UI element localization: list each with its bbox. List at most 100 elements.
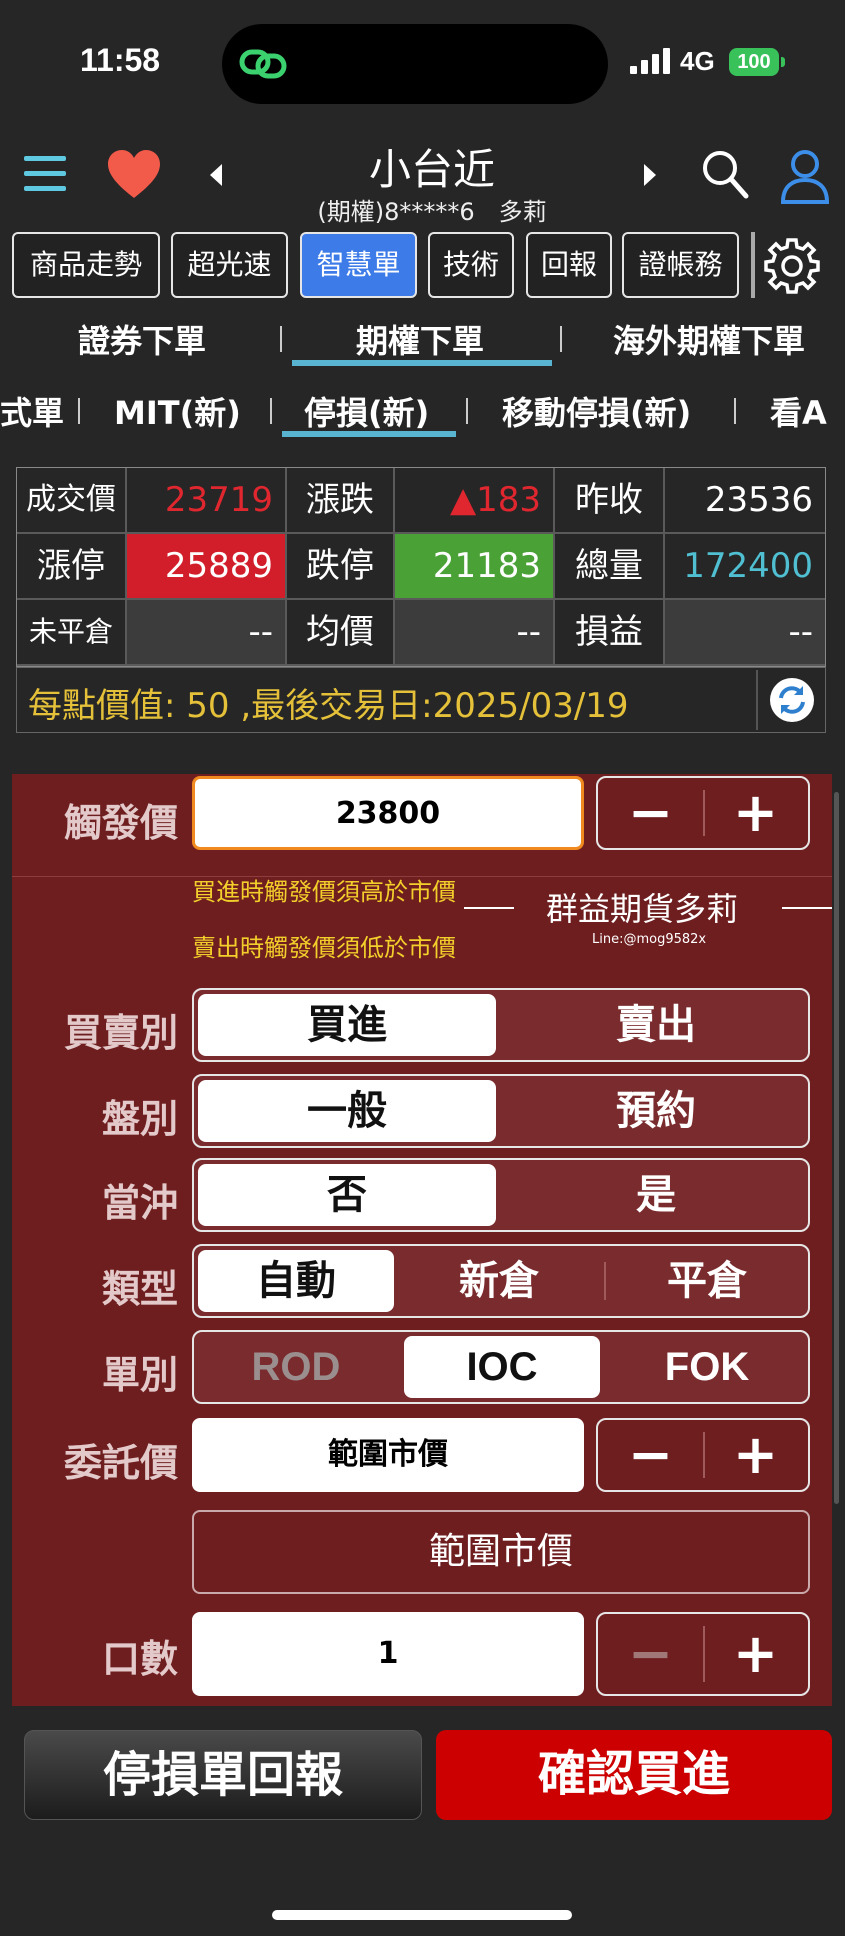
trigger-minus-button[interactable]: − (598, 778, 703, 848)
side-label: 買賣別 (63, 1011, 178, 1055)
tab-divider (270, 398, 272, 424)
daytrade-no-option[interactable]: 否 (198, 1164, 496, 1226)
gear-icon[interactable] (762, 236, 822, 296)
side-sell-option[interactable]: 賣出 (506, 994, 806, 1056)
order-ioc-option[interactable]: IOC (404, 1336, 600, 1398)
tab-trailing-stop[interactable]: 移動停損(新) (502, 388, 691, 434)
price-minus-button[interactable]: − (598, 1420, 703, 1490)
smart-order-button[interactable]: 智慧單 (300, 232, 417, 298)
tab-mit[interactable]: MIT(新) (114, 388, 241, 434)
buy-trigger-hint: 買進時觸發價須高於市價 (192, 878, 456, 906)
prev-icon[interactable] (206, 160, 226, 190)
quantity-input[interactable]: 1 (192, 1612, 584, 1696)
status-time: 11:58 (80, 42, 161, 78)
pnl-label: 損益 (555, 600, 663, 664)
order-type-label: 單別 (101, 1353, 178, 1397)
order-type-segment: ROD IOC FOK (192, 1330, 810, 1404)
range-market-price-button[interactable]: 範圍市價 (192, 1510, 810, 1594)
technical-button[interactable]: 技術 (428, 232, 514, 298)
session-label: 盤別 (101, 1097, 178, 1141)
heart-icon[interactable] (106, 148, 162, 200)
type-close-option[interactable]: 平倉 (608, 1250, 806, 1312)
type-segment: 自動 新倉 平倉 (192, 1244, 810, 1318)
trigger-plus-button[interactable]: + (703, 778, 808, 848)
watermark-line-id: Line:@mog9582x (592, 932, 707, 947)
tab-securities-order[interactable]: 證券下單 (40, 316, 244, 362)
last-price-label: 成交價 (17, 468, 125, 532)
limit-down-label: 跌停 (287, 534, 393, 598)
session-normal-option[interactable]: 一般 (198, 1080, 496, 1142)
user-icon[interactable] (780, 148, 830, 204)
qty-plus-button[interactable]: + (703, 1614, 808, 1694)
tab-overseas-order[interactable]: 海外期權下單 (584, 316, 834, 362)
type-divider (604, 1262, 606, 1300)
daytrade-yes-option[interactable]: 是 (506, 1164, 806, 1226)
limit-down-value: 21183 (395, 534, 553, 598)
watermark-rule-right (782, 907, 832, 909)
order-rod-option[interactable]: ROD (198, 1336, 394, 1398)
report-button[interactable]: 回報 (526, 232, 612, 298)
change-label: 漲跌 (287, 468, 393, 532)
daytrade-segment: 否 是 (192, 1158, 810, 1232)
avg-price-value: -- (395, 600, 553, 664)
battery-tip (781, 57, 785, 67)
product-title: 小台近 (368, 145, 495, 194)
refresh-icon[interactable] (768, 676, 816, 724)
session-segment: 一般 預約 (192, 1074, 810, 1148)
trigger-price-label: 觸發價 (63, 801, 178, 845)
form-scrollbar[interactable] (834, 792, 839, 1504)
chart-button[interactable]: 商品走勢 (12, 232, 160, 298)
info-divider (756, 670, 758, 730)
next-icon[interactable] (640, 160, 660, 190)
volume-label: 總量 (555, 534, 663, 598)
order-price-input[interactable]: 範圍市價 (192, 1418, 584, 1492)
ultra-speed-button[interactable]: 超光速 (171, 232, 288, 298)
open-interest-label: 未平倉 (17, 600, 125, 664)
session-reserve-option[interactable]: 預約 (506, 1080, 806, 1142)
price-plus-button[interactable]: + (703, 1420, 808, 1490)
last-price-value: 23719 (127, 468, 285, 532)
tab-divider (560, 326, 562, 352)
type-auto-option[interactable]: 自動 (198, 1250, 394, 1312)
tab-divider (734, 398, 736, 424)
account-button[interactable]: 證帳務 (622, 232, 739, 298)
tab-divider (78, 398, 80, 424)
subtab-active-underline (282, 431, 456, 437)
confirm-buy-button[interactable]: 確認買進 (436, 1730, 832, 1820)
tab-divider (280, 326, 282, 352)
type-new-option[interactable]: 新倉 (400, 1250, 598, 1312)
side-segment: 買進 賣出 (192, 988, 810, 1062)
search-icon[interactable] (700, 148, 750, 200)
contract-info-text: 每點價值: 50 ,最後交易日:2025/03/19 (28, 686, 629, 726)
stop-order-report-button[interactable]: 停損單回報 (24, 1730, 422, 1820)
battery-indicator: 100 (729, 48, 779, 76)
prev-close-label: 昨收 (555, 468, 663, 532)
watermark-rule-left (464, 907, 514, 909)
quantity-stepper: − + (596, 1612, 810, 1696)
type-label: 類型 (101, 1267, 178, 1311)
avg-price-label: 均價 (287, 600, 393, 664)
limit-up-value: 25889 (127, 534, 285, 598)
prev-close-value: 23536 (665, 468, 825, 532)
account-subtitle: (期權)8*****6 多莉 (317, 198, 547, 226)
link-app-icon (239, 49, 287, 79)
watermark-name: 群益期貨多莉 (546, 890, 739, 928)
qty-minus-button[interactable]: − (598, 1614, 703, 1694)
side-buy-option[interactable]: 買進 (198, 994, 496, 1056)
trigger-price-input[interactable]: 23800 (192, 776, 584, 850)
tab-stop-loss[interactable]: 停損(新) (304, 388, 429, 434)
open-interest-value: -- (127, 600, 285, 664)
order-fok-option[interactable]: FOK (608, 1336, 806, 1398)
tab-futures-order[interactable]: 期權下單 (290, 316, 550, 362)
tab-more[interactable]: 看A (770, 388, 827, 434)
tab-combo-order[interactable]: 式單 (0, 388, 64, 434)
tab-divider (466, 398, 468, 424)
order-price-label: 委託價 (63, 1441, 178, 1485)
volume-value: 172400 (665, 534, 825, 598)
sell-trigger-hint: 賣出時觸發價須低於市價 (192, 934, 456, 962)
menu-icon[interactable] (22, 152, 68, 196)
home-indicator[interactable] (272, 1910, 572, 1920)
pnl-value: -- (665, 600, 825, 664)
tab-active-underline (292, 360, 552, 366)
limit-up-label: 漲停 (17, 534, 125, 598)
